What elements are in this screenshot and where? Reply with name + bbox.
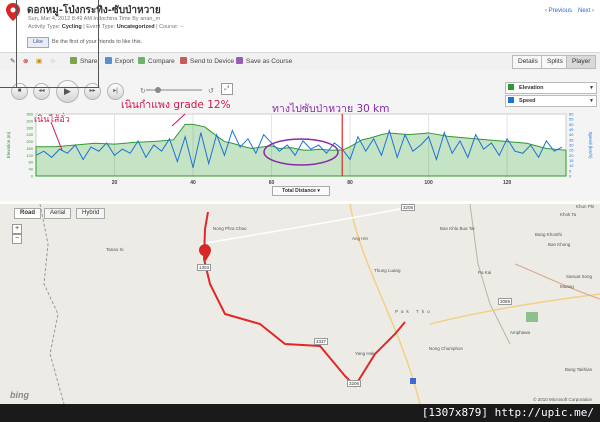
legend-select-elevation[interactable]: Elevation ▼ <box>505 82 597 94</box>
export-button[interactable]: Export <box>105 57 134 65</box>
share-icon <box>70 57 77 64</box>
fullscreen-icon[interactable]: ⤢ <box>221 83 233 95</box>
next-link[interactable]: Next › <box>578 8 594 14</box>
place-label: Ban Khong <box>548 242 571 247</box>
save-course-label: Save as Course <box>246 58 293 65</box>
x-axis-select-label: Total Distance <box>282 188 316 194</box>
road-shield: 3089 <box>498 298 513 305</box>
place-label: Pak Tho <box>395 309 433 314</box>
send-to-device-button[interactable]: Send to Device <box>180 57 234 65</box>
send-device-icon <box>180 57 187 64</box>
compare-icon <box>138 57 145 64</box>
map-view[interactable]: Road Aerial Hybrid + − Nong Phra Chao Ta… <box>0 204 600 404</box>
place-label: Amphawa <box>510 330 531 335</box>
star-icon[interactable]: ☆ <box>50 57 56 65</box>
export-icon <box>105 57 112 64</box>
y-right-tick-label: 0 <box>569 174 572 179</box>
place-label: Bang Takhian <box>565 367 593 372</box>
map-tab-aerial[interactable]: Aerial <box>44 208 72 219</box>
start-pin-icon[interactable] <box>199 244 211 262</box>
road-shield: 1303 <box>197 264 212 271</box>
annotation-arrow <box>171 113 186 127</box>
place-label: Nong Chumphon <box>429 346 464 351</box>
course-icon <box>236 57 243 64</box>
activity-type-label: Activity Type: <box>28 24 61 30</box>
like-button[interactable]: Like <box>27 37 49 48</box>
x-tick-label: 120 <box>503 180 512 186</box>
place-label: Bang Khonthi <box>535 232 563 237</box>
place-label: Khun Phi <box>576 204 595 209</box>
elevation-label: Elevation <box>519 85 544 91</box>
compare-label: Compare <box>148 58 175 65</box>
place-label: Pa Kai <box>478 270 492 275</box>
elevation-swatch <box>508 84 514 90</box>
highlight-frame <box>0 0 17 88</box>
highlight-frame-line <box>98 0 99 88</box>
bing-logo: bing <box>10 390 29 400</box>
zoom-in-button[interactable]: + <box>12 224 22 234</box>
chevron-down-icon: ▼ <box>589 85 594 91</box>
share-label: Share <box>80 58 98 65</box>
activity-type-line: Activity Type: Cycling | Event Type: Unc… <box>28 24 184 30</box>
place-label: Nong Phra Chao <box>213 226 247 231</box>
activity-type-value[interactable]: Cycling <box>62 24 82 30</box>
map-tab-hybrid[interactable]: Hybrid <box>76 208 106 219</box>
image-footer: [1307x879] http://upic.me/ <box>421 406 594 419</box>
event-type-value[interactable]: Uncategorized <box>117 24 155 30</box>
event-type-label: | Event Type: <box>83 24 116 30</box>
map-tab-road[interactable]: Road <box>14 208 41 219</box>
highlight-frame-line <box>0 87 99 88</box>
map-copyright: © 2010 Microsoft Corporation <box>533 397 592 402</box>
zoom-out-button[interactable]: − <box>12 234 22 244</box>
previous-link[interactable]: ‹ Previous <box>545 8 572 14</box>
place-label: Muang <box>560 284 574 289</box>
slider-handle[interactable] <box>155 87 161 93</box>
activity-toolbar: ✎ ⊗ ▣ ☆ Share Export Compare Send to Dev… <box>0 52 600 71</box>
road-shield: 3208 <box>401 204 416 211</box>
svg-text:↺: ↺ <box>208 88 214 95</box>
road-shield: 3206 <box>347 380 362 387</box>
tab-splits[interactable]: Splits <box>541 55 569 69</box>
x-tick-label: 100 <box>424 180 433 186</box>
road-shield: 3337 <box>314 338 329 345</box>
place-label: Sanuat Song <box>566 274 593 279</box>
place-label: Thung Luang <box>374 268 401 273</box>
tab-player[interactable]: Player <box>566 55 597 69</box>
share-button[interactable]: Share <box>70 57 97 65</box>
place-label: Ban Khlu Bua Tai <box>440 226 475 231</box>
place-label: Tanao Si <box>106 247 124 252</box>
svg-text:↻: ↻ <box>140 88 146 95</box>
lock-icon[interactable]: ▣ <box>36 57 42 65</box>
place-label: Yang Hak <box>355 351 375 356</box>
export-label: Export <box>115 58 134 65</box>
app-frame: ดอกหมู-โป่งกระทิง-ซับป่าหวาย Sun, Mar 4,… <box>0 0 600 404</box>
x-tick-label: 40 <box>190 180 196 186</box>
x-axis-select[interactable]: Total Distance ▾ <box>272 186 330 196</box>
save-as-course-button[interactable]: Save as Course <box>236 57 292 65</box>
delete-icon[interactable]: ⊗ <box>23 57 28 65</box>
rewind-button[interactable]: ◂◂ <box>33 83 50 100</box>
course-label: | Course: -- <box>156 24 184 30</box>
annotation-marks <box>50 113 339 166</box>
place-label: Khok Ta <box>560 212 577 217</box>
compare-button[interactable]: Compare <box>138 57 175 65</box>
place-label: Ang Hin <box>352 236 369 241</box>
tab-details[interactable]: Details <box>512 55 544 69</box>
x-tick-label: 20 <box>112 180 118 186</box>
x-tick-label: 80 <box>347 180 353 186</box>
annotation-arrow <box>50 121 63 151</box>
speed-slider[interactable]: ↻ ↺ <box>140 85 220 95</box>
y-left-tick-label: 0 <box>31 174 34 179</box>
activity-meta: Sun, Mar 4, 2012 8:49 AM Indochina Time … <box>28 16 161 22</box>
highlight-ellipse <box>263 138 339 166</box>
send-label: Send to Device <box>190 58 235 65</box>
